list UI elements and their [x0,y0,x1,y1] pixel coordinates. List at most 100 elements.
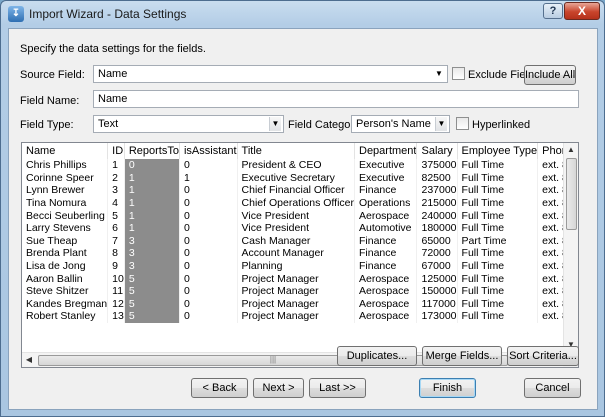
table-cell: 9 [107,259,125,273]
table-cell: Full Time [457,209,539,222]
table-cell: Aerospace [354,209,418,222]
vertical-scroll-thumb[interactable] [566,158,577,230]
table-cell: Finance [354,234,418,248]
table-header-row: Name ID ReportsTo isAssistant Title Departmen… [22,143,578,159]
table-cell: Chris Phillips [22,159,109,172]
table-cell: 3 [124,247,180,260]
table-cell: 237000 [416,184,458,197]
table-cell: 7 [107,234,125,248]
field-category-select[interactable]: Person's Name ▼ [351,115,450,133]
field-name-label: Field Name: [20,95,80,107]
table-row[interactable]: Steve Shitzer 11 5 0 Project Manager Aerospac… [22,284,578,298]
table-cell: 125000 [416,272,458,285]
table-cell: 5 [124,272,180,285]
table-cell: Full Time [457,310,539,323]
table-cell: Automotive [354,221,418,235]
column-header[interactable]: Employee Type [457,143,539,159]
table-row[interactable]: Aaron Ballin 10 5 0 Project Manager Aerospace… [22,272,578,285]
chevron-down-icon: ▼ [269,117,281,131]
table-cell: Finance [354,184,418,197]
table-cell: Aaron Ballin [22,272,109,285]
column-header[interactable]: Salary [416,143,458,159]
scroll-left-icon[interactable]: ◀ [22,353,36,367]
table-cell: 0 [179,272,238,285]
table-row[interactable]: Corinne Speer 2 1 1 Executive Secretary Execu… [22,171,578,185]
table-cell: Larry Stevens [22,221,109,235]
table-cell: Part Time [457,234,539,248]
table-cell: Steve Shitzer [22,284,109,298]
last-button[interactable]: Last >> [309,378,366,398]
table-cell: 8 [107,247,125,260]
field-category-value: Person's Name [356,118,431,130]
table-row[interactable]: Chris Phillips 1 0 0 President & CEO Executiv… [22,159,578,172]
include-all-button[interactable]: Include All [524,65,576,85]
sort-criteria-button[interactable]: Sort Criteria... [507,346,579,366]
next-button[interactable]: Next > [253,378,304,398]
table-cell: 0 [179,209,238,222]
field-name-input[interactable]: Name [93,90,579,108]
finish-button[interactable]: Finish [419,378,476,398]
table-cell: 375000 [416,159,458,172]
table-cell: Cash Manager [237,234,356,248]
column-header[interactable]: ReportsTo [124,143,180,159]
table-cell: 5 [107,209,125,222]
table-cell: 3 [124,259,180,273]
exclude-field-checkbox[interactable] [452,67,465,80]
back-button[interactable]: < Back [191,378,248,398]
cancel-button[interactable]: Cancel [524,378,581,398]
table-cell: Project Manager [237,284,356,298]
table-row[interactable]: Robert Stanley 13 5 0 Project Manager Aerospa… [22,310,578,323]
table-row[interactable]: Brenda Plant 8 3 0 Account Manager Finance 720… [22,247,578,260]
hyperlinked-checkbox[interactable] [456,117,469,130]
table-cell: Full Time [457,297,539,311]
table-cell: Kandes Bregman [22,297,109,311]
table-cell: Executive Secretary [237,171,356,185]
table-cell: 12 [107,297,125,311]
table-cell: Tina Nomura [22,196,109,210]
table-cell: Executive [354,159,418,172]
table-cell: 0 [179,310,238,323]
table-cell: Aerospace [354,310,418,323]
table-cell: Full Time [457,184,539,197]
table-cell: Aerospace [354,284,418,298]
scroll-up-icon[interactable]: ▲ [564,143,578,157]
column-header[interactable]: ID [107,143,125,159]
table-row[interactable]: Tina Nomura 4 1 0 Chief Operations Officer Op… [22,196,578,210]
table-cell: Sue Theap [22,234,109,248]
duplicates-button[interactable]: Duplicates... [337,346,417,366]
merge-fields-button[interactable]: Merge Fields... [422,346,502,366]
title-bar[interactable]: ↧ Import Wizard - Data Settings ? X [1,1,604,27]
chevron-down-icon: ▼ [435,69,443,78]
table-cell: 0 [179,159,238,172]
help-button[interactable]: ? [543,3,563,19]
field-type-select[interactable]: Text ▼ [93,115,284,133]
vertical-scrollbar[interactable]: ▲ ▼ [563,143,578,352]
table-cell: Planning [237,259,356,273]
column-header[interactable]: Name [22,143,109,159]
source-field-select[interactable]: Name ▼ [93,65,448,83]
chevron-down-icon: ▼ [435,117,447,131]
close-button[interactable]: X [564,2,600,20]
column-header[interactable]: Title [237,143,356,159]
data-table: Name ID ReportsTo isAssistant Title Departmen… [22,143,578,323]
table-cell: 173000 [416,310,458,323]
table-cell: Lynn Brewer [22,184,109,197]
table-cell: Full Time [457,247,539,260]
table-row[interactable]: Lynn Brewer 3 1 0 Chief Financial Officer Fin… [22,184,578,197]
table-cell: 13 [107,310,125,323]
table-cell: 5 [124,284,180,298]
column-header[interactable]: Department [354,143,418,159]
data-preview-grid[interactable]: Name ID ReportsTo isAssistant Title Departmen… [21,142,579,368]
table-cell: 0 [179,284,238,298]
table-cell: 4 [107,196,125,210]
table-cell: 1 [124,196,180,210]
table-cell: 72000 [416,247,458,260]
column-header[interactable]: isAssistant [179,143,238,159]
table-cell: Full Time [457,284,539,298]
table-row[interactable]: Larry Stevens 6 1 0 Vice President Automotive… [22,221,578,235]
table-row[interactable]: Lisa de Jong 9 3 0 Planning Finance 67000 Full … [22,259,578,273]
table-row[interactable]: Kandes Bregman 12 5 0 Project Manager Aerospa… [22,297,578,311]
table-row[interactable]: Sue Theap 7 3 0 Cash Manager Finance 65000 Part… [22,234,578,248]
table-cell: Executive [354,171,418,185]
table-row[interactable]: Becci Seuberling 5 1 0 Vice President Aerospa… [22,209,578,222]
